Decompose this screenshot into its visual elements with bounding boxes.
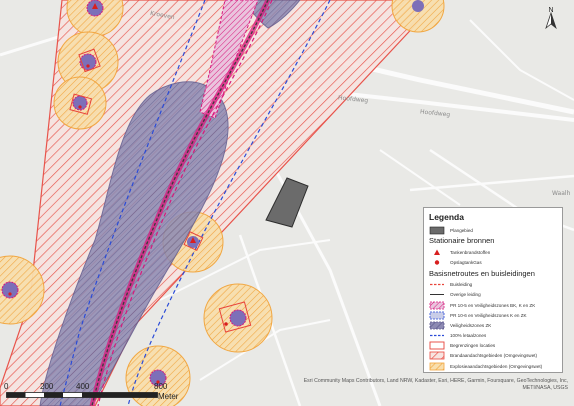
red-hatch-swatch-icon [429, 352, 445, 360]
scale-bar-graphic [6, 392, 158, 398]
legend-section-sources: Stationaire bronnen [429, 236, 495, 246]
scale-tick-label: 200 [40, 382, 54, 391]
scale-bar: 0 200 400 800 Meter [4, 382, 179, 404]
north-arrow: N [540, 4, 562, 30]
red-outline-swatch-icon [429, 341, 445, 350]
map-view[interactable]: Kroeven Hoofdweg Hoofdweg Waalh N Legend… [0, 0, 574, 406]
legend-item-tankenbrandstoffen: Tankenbrandstoffen [429, 247, 558, 257]
magenta-hatch-swatch-icon [429, 301, 445, 309]
dark-line-icon [430, 294, 444, 296]
legend-item-letaalzones: 100% letaalzones [429, 331, 558, 341]
scale-tick-label: 0 [4, 382, 9, 391]
scale-unit: Meter [158, 392, 179, 401]
road-label-waal: Waalh [552, 190, 571, 197]
legend-section-routes: Basisnetroutes en buisleidingen [429, 268, 535, 278]
red-dot-icon [434, 260, 440, 265]
legend-label: Plangebied [450, 227, 473, 233]
legend-label: Tankenbrandstoffen [450, 249, 491, 255]
scale-tick-label: 400 [76, 382, 90, 391]
attribution-line: Esri Community Maps Contributors, Land N… [303, 378, 568, 384]
legend-item-brandaandacht: Brandaandachtsgebieden (Omgevingswet) [429, 351, 558, 361]
legend-label: Buisleiding [450, 282, 473, 288]
scale-tick-label: 800 [154, 382, 168, 391]
legend-label: Explosieaandachtsgebieden (Omgevingswet) [450, 363, 543, 369]
legend-item-pr-10-5: PR 10-5 en Veiligheidszones BK, K en ZK [429, 300, 558, 310]
legend-item-opslagtankgas: OpslagtankGas [429, 257, 558, 267]
legend-item-veiligheidszones-zk: Veiligheidszones ZK [429, 320, 558, 330]
legend-label: Overige leiding [450, 292, 481, 298]
legend-item-begrenzingen: Begrenzingen locaties [429, 341, 558, 351]
plangebied-swatch [429, 226, 445, 234]
legend-label: Begrenzingen locaties [450, 343, 496, 349]
legend-label: 100% letaalzones [450, 333, 487, 339]
legend-label: PR 10-6 en Veiligheidszones K en ZK [450, 312, 527, 318]
red-triangle-icon [434, 249, 440, 255]
red-dashed-line-icon [430, 284, 444, 286]
legend-item-plangebied: Plangebied [429, 225, 558, 235]
legend-item-overige-leiding: Overige leiding [429, 290, 558, 300]
legend-title: Legenda [429, 212, 464, 222]
legend-label: PR 10-5 en Veiligheidszones BK, K en ZK [450, 302, 536, 308]
legend-item-explosieaandacht: Explosieaandachtsgebieden (Omgevingswet) [429, 361, 558, 371]
map-attribution: Esri Community Maps Contributors, Land N… [288, 378, 568, 392]
orange-hatch-swatch-icon [429, 362, 445, 371]
legend-label: Veiligheidszones ZK [450, 322, 492, 328]
blue-hatch-swatch-icon [429, 311, 445, 320]
legend-item-buisleiding: Buisleiding [429, 280, 558, 290]
legend-label: Brandaandachtsgebieden (Omgevingswet) [450, 353, 538, 359]
purple-hatch-swatch-icon [429, 321, 445, 330]
legend-item-pr-10-6: PR 10-6 en Veiligheidszones K en ZK [429, 310, 558, 320]
map-legend: Legenda Plangebied Stationaire bronnen T… [423, 207, 563, 373]
legend-label: OpslagtankGas [450, 259, 482, 265]
attribution-line: METI/NASA, USGS [522, 385, 568, 391]
blue-dashed-line-icon [430, 334, 444, 337]
